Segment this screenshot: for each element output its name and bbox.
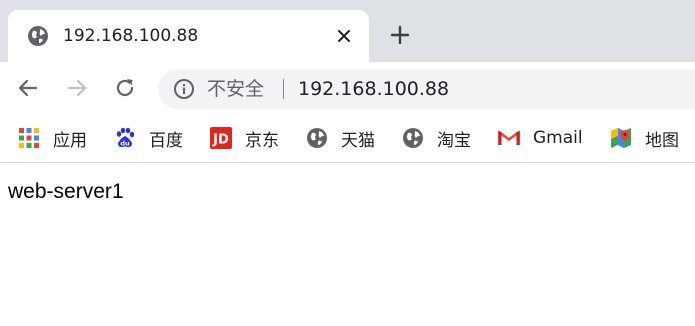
tab-strip: 192.168.100.88 <box>0 0 695 62</box>
security-status-label[interactable]: 不安全 <box>207 78 264 100</box>
bookmark-label: 应用 <box>53 130 87 151</box>
page-content: web-server1 <box>8 178 124 206</box>
bookmark-gmail[interactable]: Gmail <box>497 124 583 152</box>
bookmark-label: 淘宝 <box>437 130 471 151</box>
svg-text:du: du <box>120 140 130 148</box>
bookmark-taobao[interactable]: 淘宝 <box>402 124 471 152</box>
bookmark-jd[interactable]: JD 京东 <box>210 124 279 152</box>
bookmark-apps[interactable]: 应用 <box>18 124 87 152</box>
bookmark-label: 天猫 <box>341 130 375 151</box>
active-tab[interactable]: 192.168.100.88 <box>8 10 369 62</box>
bookmark-baidu[interactable]: du 百度 <box>114 124 183 152</box>
globe-icon <box>27 25 49 47</box>
address-bar[interactable]: 不安全 192.168.100.88 <box>158 69 695 109</box>
jd-logo-icon: JD <box>210 127 232 149</box>
gmail-icon <box>497 127 521 149</box>
bookmark-label: 京东 <box>245 130 279 151</box>
globe-icon <box>306 127 328 149</box>
bookmark-label: Gmail <box>533 128 583 148</box>
info-icon[interactable] <box>173 78 195 100</box>
bookmark-tmall[interactable]: 天猫 <box>306 124 375 152</box>
bookmark-label: 百度 <box>149 130 183 151</box>
reload-icon[interactable] <box>111 74 139 102</box>
globe-icon <box>402 127 424 149</box>
omnibox-divider <box>283 79 284 99</box>
new-tab-icon[interactable] <box>387 22 413 48</box>
apps-grid-icon <box>18 127 40 149</box>
forward-arrow-icon[interactable] <box>63 74 91 102</box>
toolbar: 不安全 192.168.100.88 <box>0 62 695 114</box>
svg-text:JD: JD <box>212 133 229 148</box>
url-text[interactable]: 192.168.100.88 <box>298 77 449 101</box>
tab-title: 192.168.100.88 <box>63 26 199 46</box>
maps-pin-icon <box>610 127 632 149</box>
bookmark-maps[interactable]: 地图 <box>610 124 679 152</box>
close-tab-icon[interactable] <box>333 25 355 47</box>
baidu-paw-icon: du <box>114 127 136 149</box>
bookmarks-bar: 应用 du 百度 JD 京东 天猫 淘宝 Gmail 地图 <box>0 114 695 163</box>
back-arrow-icon[interactable] <box>14 74 42 102</box>
page-body-text: web-server1 <box>8 180 124 203</box>
bookmark-label: 地图 <box>645 130 679 151</box>
